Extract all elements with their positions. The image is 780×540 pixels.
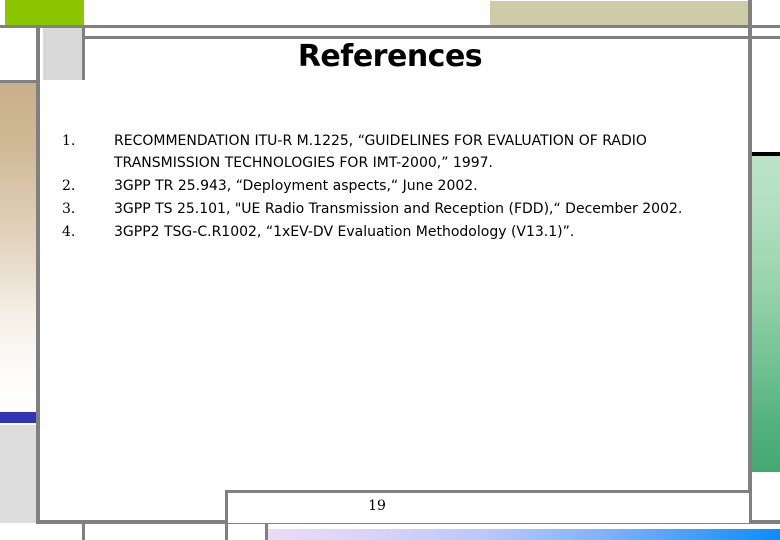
reference-number: 1. [62, 133, 76, 149]
page-number-box: 19 [225, 490, 752, 523]
reference-text: 3GPP TR 25.943, “Deployment aspects,“ Ju… [114, 178, 478, 194]
list-item: 4. 3GPP2 TSG-C.R1002, “1xEV-DV Evaluatio… [62, 221, 742, 243]
reference-text: RECOMMENDATION ITU-R M.1225, “GUIDELINES… [114, 133, 647, 171]
frame-rule-left-vertical-short [36, 28, 40, 83]
list-item: 2. 3GPP TR 25.943, “Deployment aspects,“… [62, 175, 742, 197]
reference-text: 3GPP TS 25.101, "UE Radio Transmission a… [114, 201, 683, 217]
right-green-gradient-column [752, 156, 780, 472]
frame-rule-left-edge-top [0, 80, 36, 83]
list-item: 1. RECOMMENDATION ITU-R M.1225, “GUIDELI… [62, 130, 742, 174]
reference-number: 2. [62, 178, 76, 194]
left-blue-bar [0, 412, 36, 423]
bottom-blue-gradient-bar [268, 529, 780, 540]
frame-rule-bottom-mid-stub [225, 523, 228, 540]
reference-number: 3. [62, 201, 76, 217]
top-right-khaki-block [490, 1, 750, 27]
page-number: 19 [368, 498, 386, 514]
top-left-green-block [5, 0, 84, 25]
frame-rule-right-vertical-long [748, 0, 752, 523]
top-left-gray-box [43, 28, 85, 80]
page-title: References [297, 39, 483, 74]
left-gray-column [0, 425, 36, 523]
frame-rule-graybox-right-vertical [82, 28, 85, 80]
frame-rule-bottom-left-stub [82, 523, 85, 540]
frame-rule-left-vertical-long [36, 80, 40, 523]
frame-rule-khaki-bottom [490, 25, 750, 28]
left-tan-gradient-column [0, 83, 36, 412]
references-list: 1. RECOMMENDATION ITU-R M.1225, “GUIDELI… [62, 130, 742, 244]
frame-rule-bottom-mid2-stub [265, 523, 268, 540]
reference-text: 3GPP2 TSG-C.R1002, “1xEV-DV Evaluation M… [114, 224, 575, 240]
reference-number: 4. [62, 224, 76, 240]
slide-canvas: References 1. RECOMMENDATION ITU-R M.122… [0, 0, 780, 540]
list-item: 3. 3GPP TS 25.101, "UE Radio Transmissio… [62, 198, 742, 220]
